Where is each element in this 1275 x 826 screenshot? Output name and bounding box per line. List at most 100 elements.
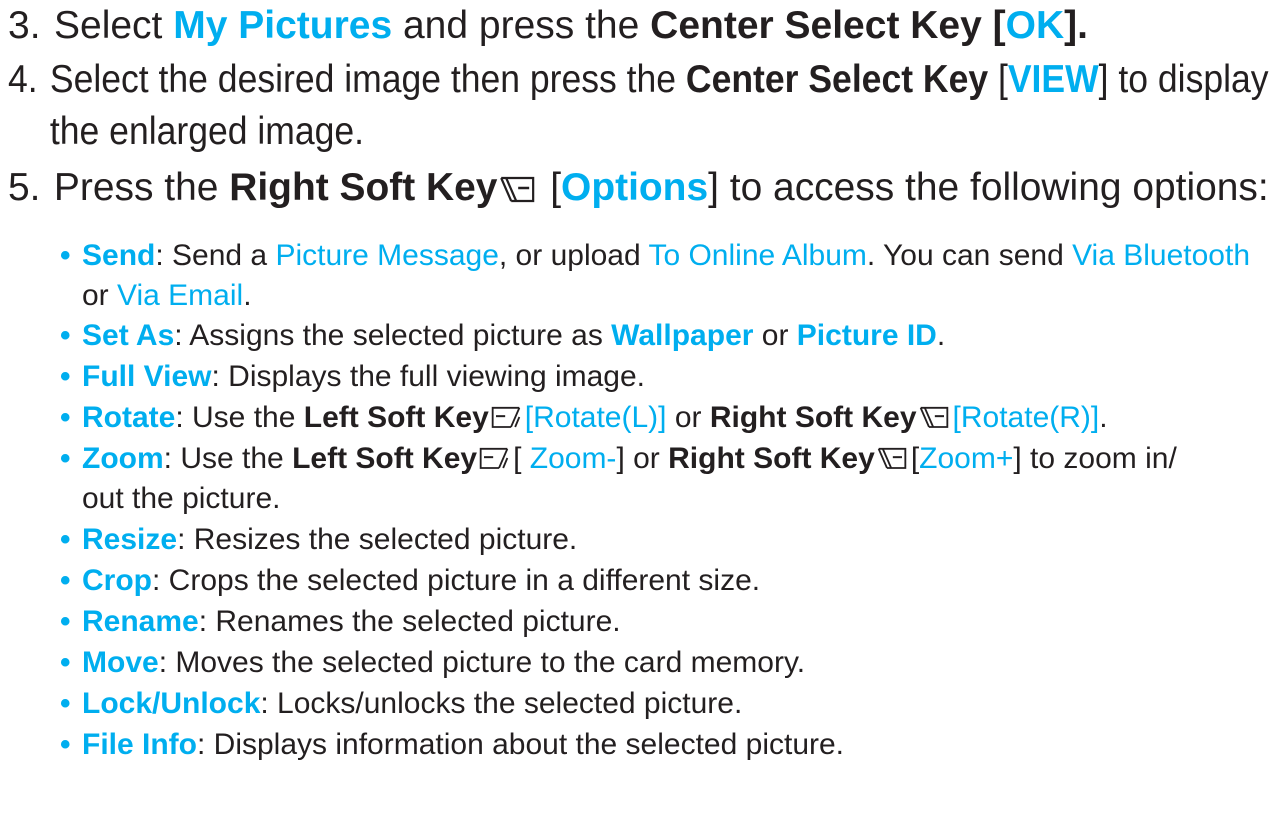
menu-link-picture-message: Picture Message <box>275 239 499 272</box>
bullet-icon: • <box>60 319 71 352</box>
bracket: [ <box>910 442 920 475</box>
option-resize: • Resize: Resizes the selected picture. <box>60 520 1269 560</box>
option-name: Full View <box>82 360 212 393</box>
softkey-label-ok: OK <box>1005 4 1065 47</box>
key-name: Left Soft Key <box>303 401 489 434</box>
step-text: Press the <box>53 166 230 209</box>
key-name: Center Select Key <box>650 4 982 47</box>
option-text: or <box>624 442 669 475</box>
step-text: ] to access the following options: <box>708 166 1269 209</box>
option-name: Resize <box>82 523 178 556</box>
option-text: . <box>936 319 946 352</box>
option-lock-unlock: • Lock/Unlock: Locks/unlocks the selected… <box>60 684 1269 724</box>
right-soft-key-icon <box>499 175 535 203</box>
option-rotate: • Rotate: Use the Left Soft Key [Rotate(L)… <box>60 398 1269 438</box>
left-soft-key-icon <box>491 405 521 429</box>
left-soft-key-icon <box>479 446 509 470</box>
option-text: or <box>666 401 710 434</box>
option-name: Crop <box>82 564 152 597</box>
key-name: Right Soft Key <box>668 442 875 475</box>
option-zoom: • Zoom: Use the Left Soft Key[ Zoom-] or … <box>60 439 1269 519</box>
step-text: ] to display <box>1098 58 1269 101</box>
bracket: ]. <box>1064 4 1088 47</box>
bullet-icon: • <box>60 523 71 556</box>
option-rename: • Rename: Renames the selected picture. <box>60 602 1269 642</box>
bullet-icon: • <box>60 687 71 720</box>
option-text: , or upload <box>498 239 649 272</box>
option-send: • Send: Send a Picture Message, or upload… <box>60 236 1269 316</box>
option-crop: • Crop: Crops the selected picture in a d… <box>60 561 1269 601</box>
menu-link-via-bluetooth: Via Bluetooth <box>1072 239 1251 272</box>
bullet-icon: • <box>60 239 71 272</box>
menu-link-online-album: To Online Album <box>648 239 867 272</box>
softkey-label-view: VIEW <box>1007 58 1099 101</box>
right-soft-key-icon <box>877 446 907 470</box>
step-text: Select <box>54 4 174 47</box>
softkey-label-rotate-left: [Rotate(L)] <box>524 401 667 434</box>
option-name: Rename <box>82 605 199 638</box>
option-text: : Renames the selected picture. <box>198 605 621 638</box>
option-text: or <box>753 319 797 352</box>
option-file-info: • File Info: Displays information about t… <box>60 725 1269 765</box>
softkey-label-zoom-in: Zoom+ <box>919 442 1014 475</box>
step-4: 4. Select the desired image then press th… <box>8 54 1269 158</box>
step-5: 5. Press the Right Soft Key [Options] to … <box>8 162 1269 214</box>
option-text-continued: or Via Email. <box>60 276 1269 316</box>
key-name: Left Soft Key <box>292 442 478 475</box>
menu-link-picture-id: Picture ID <box>796 319 937 352</box>
option-name: Move <box>82 646 159 679</box>
menu-link-via-email: Via Email <box>117 279 244 312</box>
option-text: : Use the <box>175 401 304 434</box>
option-name: Zoom <box>82 442 164 475</box>
option-text: : Displays information about the selecte… <box>197 728 845 761</box>
bullet-icon: • <box>60 442 71 475</box>
bullet-icon: • <box>60 360 71 393</box>
option-text: or <box>82 279 118 312</box>
softkey-label-rotate-right: [Rotate(R)] <box>952 401 1100 434</box>
option-text: . You can send <box>866 239 1073 272</box>
option-text: ] to zoom in/ <box>1013 442 1177 475</box>
bullet-icon: • <box>60 728 71 761</box>
menu-item-my-pictures: My Pictures <box>173 4 393 47</box>
option-name: Lock/Unlock <box>82 687 261 720</box>
option-text: : Use the <box>163 442 293 475</box>
step-number: 3. <box>8 4 41 47</box>
bracket: [ <box>981 4 1006 47</box>
menu-link-wallpaper: Wallpaper <box>611 319 754 352</box>
option-text: : Crops the selected picture in a differ… <box>152 564 761 597</box>
bracket: [ <box>513 442 530 475</box>
step-3: 3. Select My Pictures and press the Cente… <box>8 0 1269 52</box>
softkey-label-zoom-out: Zoom- <box>529 442 617 475</box>
option-name: Set As <box>82 319 175 352</box>
option-name: Rotate <box>82 401 176 434</box>
option-text-continued: out the picture. <box>82 482 281 515</box>
bracket: ] <box>616 442 625 475</box>
step-text: Select the desired image then press the <box>49 58 686 101</box>
option-text: . <box>1099 401 1108 434</box>
bullet-icon: • <box>60 564 71 597</box>
option-move: • Move: Moves the selected picture to the… <box>60 643 1269 683</box>
manual-page: 3. Select My Pictures and press the Cente… <box>0 0 1275 826</box>
option-name: Send <box>82 239 156 272</box>
option-text: . <box>243 279 252 312</box>
key-name: Center Select Key <box>685 58 989 101</box>
option-name: File Info <box>82 728 197 761</box>
bullet-icon: • <box>60 646 71 679</box>
option-text: : Resizes the selected picture. <box>177 523 578 556</box>
option-full-view: • Full View: Displays the full viewing im… <box>60 357 1269 397</box>
bullet-icon: • <box>60 605 71 638</box>
step-number: 5. <box>8 166 41 209</box>
bracket: [ <box>988 58 1008 101</box>
right-soft-key-icon <box>919 405 949 429</box>
option-set-as: • Set As: Assigns the selected picture as… <box>60 316 1269 356</box>
bracket: [ <box>539 166 562 209</box>
step-text-continued: the enlarged image. <box>49 110 365 153</box>
option-text: : Send a <box>155 239 276 272</box>
key-name: Right Soft Key <box>709 401 917 434</box>
option-text: : Assigns the selected picture as <box>174 319 612 352</box>
key-name: Right Soft Key <box>229 166 498 209</box>
step-text: and press the <box>392 4 651 47</box>
softkey-label-options: Options <box>561 166 709 209</box>
step-number: 4. <box>8 58 38 101</box>
bullet-icon: • <box>60 401 71 434</box>
